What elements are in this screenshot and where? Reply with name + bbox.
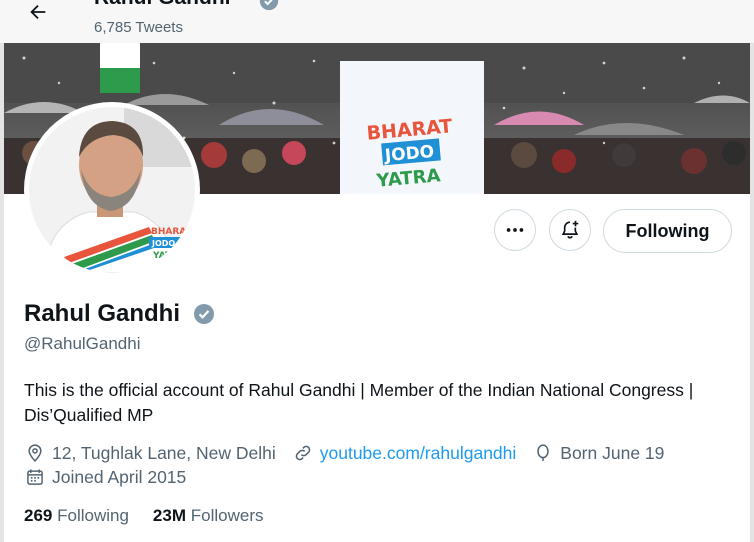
header-name: Rahul Gandhi <box>94 0 231 10</box>
location-text: 12, Tughlak Lane, New Delhi <box>52 442 276 463</box>
website-item: youtube.com/rahulgandhi <box>292 442 517 464</box>
bell-plus-icon <box>561 220 579 239</box>
avatar[interactable]: BHARAT JODO YATRA <box>29 107 195 273</box>
notify-button[interactable] <box>549 209 591 251</box>
follow-stats: 269 Following 23M Followers <box>24 506 287 526</box>
arrow-left-icon <box>30 4 46 20</box>
profile-handle: @RahulGandhi <box>24 334 141 353</box>
tweet-count: 6,785 Tweets <box>94 19 183 36</box>
following-count: 269 <box>24 506 53 525</box>
profile-meta-row-1: 12, Tughlak Lane, New Delhi youtube.com/… <box>24 442 680 464</box>
followers-label: Followers <box>190 506 264 525</box>
profile-bio: This is the official account of Rahul Ga… <box>24 380 694 425</box>
more-horizontal-icon <box>506 228 524 232</box>
following-stat[interactable]: 269 Following <box>24 506 129 526</box>
back-button[interactable] <box>24 0 52 26</box>
birthday-text: Born June 19 <box>560 442 665 463</box>
profile-name: Rahul Gandhi <box>24 300 180 327</box>
link-icon <box>292 442 314 464</box>
followers-count: 23M <box>152 506 186 525</box>
profile-meta-row-2: Joined April 2015 <box>24 466 202 488</box>
profile-header: Rahul Gandhi 6,785 Tweets <box>0 0 754 43</box>
more-button[interactable] <box>494 209 536 251</box>
following-button[interactable]: Following <box>603 209 732 253</box>
birthday-item: Born June 19 <box>532 442 664 464</box>
balloon-icon <box>532 442 554 464</box>
joined-text: Joined April 2015 <box>52 466 187 487</box>
location-item: 12, Tughlak Lane, New Delhi <box>24 442 276 464</box>
followers-stat[interactable]: 23M Followers <box>153 506 264 526</box>
avatar-badge-line-2: JODO <box>151 239 175 248</box>
avatar-image: BHARAT JODO YATRA <box>29 107 195 273</box>
verified-badge-icon <box>259 0 279 11</box>
calendar-icon <box>24 466 46 488</box>
website-link[interactable]: youtube.com/rahulgandhi <box>320 443 517 464</box>
verified-badge-icon <box>194 304 214 324</box>
right-border <box>750 0 754 542</box>
joined-item: Joined April 2015 <box>24 466 186 488</box>
location-pin-icon <box>24 442 46 464</box>
following-label: Following <box>57 506 129 525</box>
